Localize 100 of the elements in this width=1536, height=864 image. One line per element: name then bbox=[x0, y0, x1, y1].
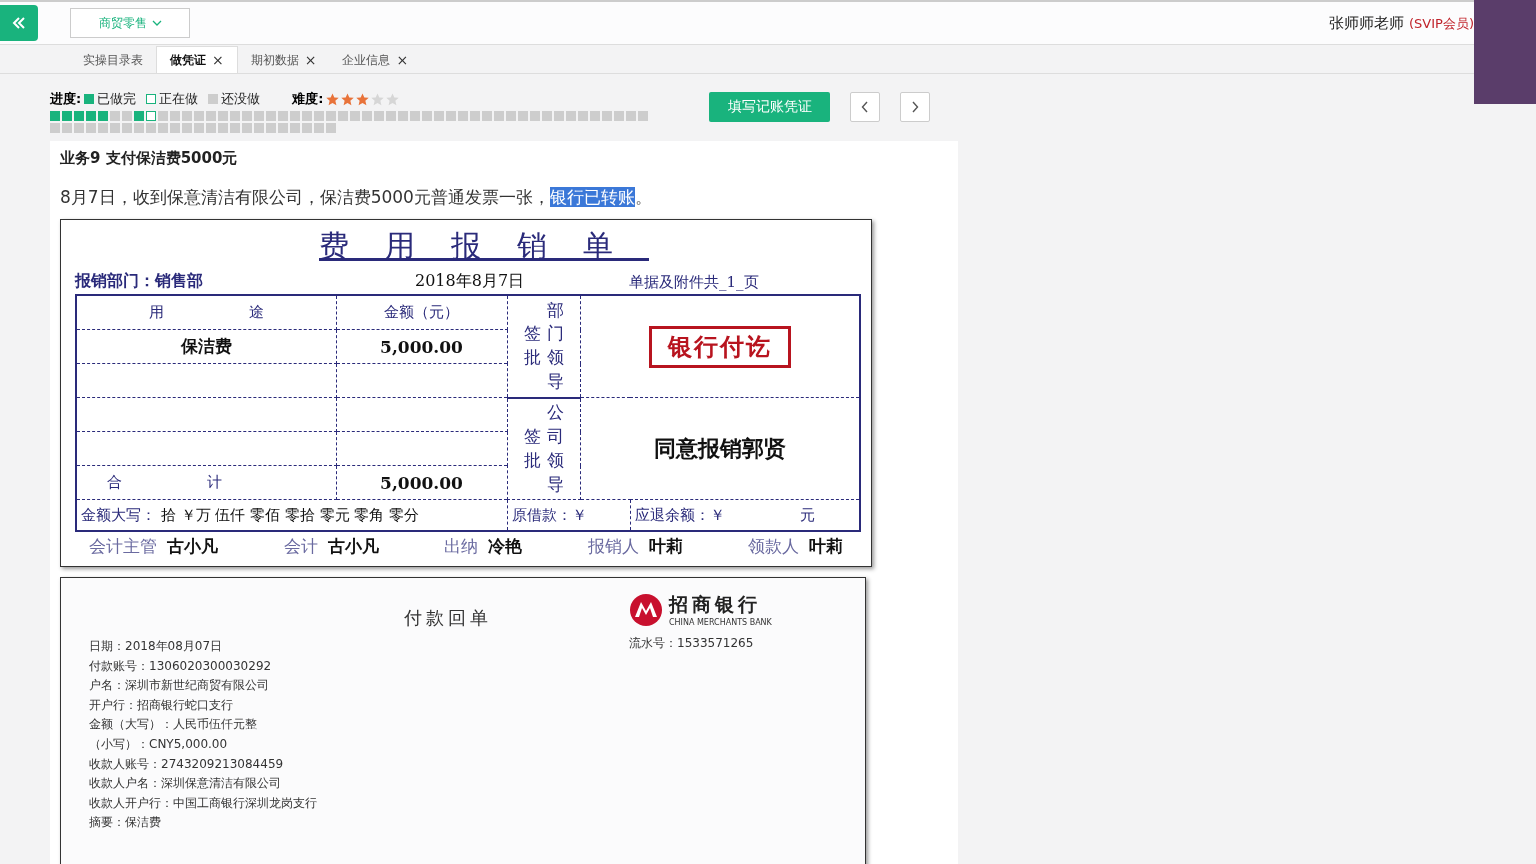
progress-cell[interactable] bbox=[206, 111, 216, 121]
progress-cell[interactable] bbox=[206, 123, 216, 133]
progress-cell[interactable] bbox=[74, 111, 84, 121]
progress-cell[interactable] bbox=[86, 123, 96, 133]
progress-cell[interactable] bbox=[314, 123, 324, 133]
progress-cell[interactable] bbox=[326, 111, 336, 121]
signature-role: 报销人 bbox=[587, 536, 639, 556]
task-title: 业务9 支付保洁费5000元 bbox=[60, 149, 239, 168]
signature-name: 叶莉 bbox=[648, 536, 683, 556]
progress-cell[interactable] bbox=[422, 111, 432, 121]
progress-cell[interactable] bbox=[50, 123, 60, 133]
progress-cell[interactable] bbox=[398, 111, 408, 121]
progress-cell[interactable] bbox=[146, 123, 156, 133]
progress-cell[interactable] bbox=[494, 111, 504, 121]
progress-cell[interactable] bbox=[374, 111, 384, 121]
close-icon[interactable]: × bbox=[304, 52, 317, 68]
progress-cell[interactable] bbox=[122, 111, 132, 121]
progress-cell[interactable] bbox=[218, 111, 228, 121]
progress-cell[interactable] bbox=[638, 111, 648, 121]
progress-cell[interactable] bbox=[626, 111, 636, 121]
progress-cell[interactable] bbox=[326, 123, 336, 133]
progress-cell[interactable] bbox=[122, 123, 132, 133]
progress-cell[interactable] bbox=[218, 123, 228, 133]
progress-cell[interactable] bbox=[386, 111, 396, 121]
refund-unit: 元 bbox=[800, 505, 815, 525]
progress-cell[interactable] bbox=[602, 111, 612, 121]
progress-cell[interactable] bbox=[578, 111, 588, 121]
progress-cell[interactable] bbox=[74, 123, 84, 133]
progress-cell[interactable] bbox=[458, 111, 468, 121]
progress-cell[interactable] bbox=[314, 111, 324, 121]
star-icon bbox=[341, 92, 355, 106]
bank-name: 招商银行 bbox=[669, 592, 762, 617]
progress-cell[interactable] bbox=[110, 111, 120, 121]
legend-label: 还没做 bbox=[221, 90, 261, 108]
progress-cell[interactable] bbox=[146, 111, 156, 121]
progress-cell[interactable] bbox=[518, 111, 528, 121]
progress-cell[interactable] bbox=[410, 111, 420, 121]
close-icon[interactable]: × bbox=[212, 52, 224, 68]
progress-cell[interactable] bbox=[470, 111, 480, 121]
progress-cell[interactable] bbox=[362, 111, 372, 121]
progress-cell[interactable] bbox=[302, 123, 312, 133]
progress-cell[interactable] bbox=[194, 123, 204, 133]
progress-cell[interactable] bbox=[302, 111, 312, 121]
progress-cell[interactable] bbox=[482, 111, 492, 121]
progress-cell[interactable] bbox=[194, 111, 204, 121]
progress-cell[interactable] bbox=[290, 123, 300, 133]
progress-cell[interactable] bbox=[242, 111, 252, 121]
progress-cell[interactable] bbox=[614, 111, 624, 121]
previous-button[interactable] bbox=[850, 92, 880, 122]
progress-cell[interactable] bbox=[62, 111, 72, 121]
progress-cell[interactable] bbox=[182, 111, 192, 121]
receipt-title: 付款回单 bbox=[403, 606, 493, 630]
progress-cell[interactable] bbox=[590, 111, 600, 121]
star-icon bbox=[386, 92, 400, 106]
progress-cell[interactable] bbox=[350, 111, 360, 121]
progress-cell[interactable] bbox=[170, 111, 180, 121]
progress-cell[interactable] bbox=[230, 111, 240, 121]
receipt-line: 收款人账号：2743209213084459 bbox=[89, 755, 285, 773]
progress-cell[interactable] bbox=[110, 123, 120, 133]
progress-cell[interactable] bbox=[158, 123, 168, 133]
close-icon[interactable]: × bbox=[396, 52, 409, 68]
progress-label: 进度: bbox=[50, 90, 82, 108]
progress-cell[interactable] bbox=[290, 111, 300, 121]
tab[interactable]: 期初数据 × bbox=[237, 47, 330, 73]
tab[interactable]: 实操目录表 bbox=[70, 47, 156, 73]
progress-cell[interactable] bbox=[86, 111, 96, 121]
progress-cell[interactable] bbox=[134, 123, 144, 133]
progress-cell[interactable] bbox=[134, 111, 144, 121]
progress-cell[interactable] bbox=[62, 123, 72, 133]
progress-cell[interactable] bbox=[254, 111, 264, 121]
progress-cell[interactable] bbox=[506, 111, 516, 121]
progress-cell[interactable] bbox=[542, 111, 552, 121]
progress-cell[interactable] bbox=[566, 111, 576, 121]
progress-cell[interactable] bbox=[50, 111, 60, 121]
chevron-left-icon bbox=[861, 101, 869, 113]
signature-role: 出纳 bbox=[444, 536, 478, 556]
tab[interactable]: 企业信息 × bbox=[329, 47, 422, 73]
legend-label: 已做完 bbox=[97, 90, 137, 108]
next-button[interactable] bbox=[900, 92, 930, 122]
progress-cell[interactable] bbox=[254, 123, 264, 133]
progress-cell[interactable] bbox=[278, 123, 288, 133]
progress-cell[interactable] bbox=[266, 123, 276, 133]
progress-cell[interactable] bbox=[230, 123, 240, 133]
progress-cell[interactable] bbox=[554, 111, 564, 121]
progress-cell[interactable] bbox=[338, 111, 348, 121]
amount-words-label: 金额大写： bbox=[81, 505, 156, 524]
progress-cell[interactable] bbox=[530, 111, 540, 121]
collapse-button[interactable] bbox=[0, 5, 38, 41]
progress-cell[interactable] bbox=[242, 123, 252, 133]
progress-cell[interactable] bbox=[266, 111, 276, 121]
receipt-line: （小写）：CNY5,000.00 bbox=[89, 735, 229, 753]
progress-cell[interactable] bbox=[158, 111, 168, 121]
progress-cell[interactable] bbox=[98, 123, 108, 133]
progress-cell[interactable] bbox=[98, 111, 108, 121]
progress-cell[interactable] bbox=[278, 111, 288, 121]
progress-cell[interactable] bbox=[182, 123, 192, 133]
progress-cell[interactable] bbox=[170, 123, 180, 133]
tab[interactable]: 做凭证 × bbox=[156, 46, 238, 73]
progress-cell[interactable] bbox=[446, 111, 456, 121]
progress-cell[interactable] bbox=[434, 111, 444, 121]
